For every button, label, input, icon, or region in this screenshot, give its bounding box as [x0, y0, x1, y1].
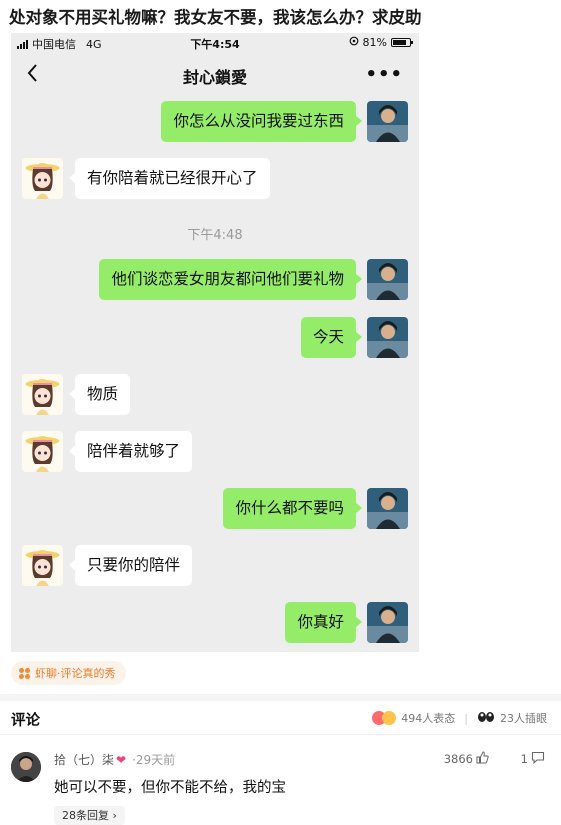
message-row: 你什么都不要吗 [11, 488, 419, 530]
heart-badge-icon: ❤ [116, 752, 127, 767]
topic-tag[interactable]: 虾聊·评论真的秀 [11, 661, 126, 685]
my-avatar[interactable] [367, 101, 408, 142]
message-bubble-contact[interactable]: 有你陪着就已经很开心了 [69, 158, 270, 199]
comment-text: 她可以不要，但你不能不给，我的宝 [54, 780, 286, 796]
message-bubble-contact[interactable]: 陪伴着就够了 [68, 431, 193, 472]
stats-separator: | [464, 711, 468, 725]
section-divider [0, 694, 561, 701]
my-avatar[interactable] [367, 317, 408, 358]
thumbs-up-icon [476, 751, 489, 767]
message-bubble-mine[interactable]: 你怎么从没问我要过东西 [161, 101, 362, 142]
post-title: 处对象不用买礼物嘛？我女友不要，我该怎么办？求皮助 [9, 8, 422, 27]
commenter-avatar[interactable] [11, 752, 41, 782]
view-replies-button[interactable]: 28条回复 › [54, 806, 125, 825]
message-row: 你真好 [11, 602, 419, 644]
chat-screenshot: 中国电信 4G 下午4:54 81% 封心鎖愛 ••• 你怎么从没问我要过东西 … [11, 33, 419, 652]
comments-header: 评论 494人表态 | 23人插眼 [0, 701, 561, 735]
comment-bubble-icon [531, 751, 545, 767]
commenter-name[interactable]: 拾（七）柒 [54, 751, 114, 768]
like-count: 3866 [443, 752, 473, 766]
message-row: 有你陪着就已经很开心了 [11, 158, 419, 200]
my-avatar[interactable] [367, 259, 408, 300]
battery-percent: 81% [362, 36, 387, 49]
more-options-icon[interactable]: ••• [365, 64, 403, 85]
like-button[interactable]: 3866 [444, 751, 489, 767]
message-row: 你怎么从没问我要过东西 [11, 101, 419, 143]
tag-icon [19, 667, 30, 679]
message-bubble-mine[interactable]: 今天 [300, 317, 363, 358]
message-row: 他们谈恋爱女朋友都问他们要礼物 [11, 259, 419, 301]
chat-title: 封心鎖愛 [182, 68, 247, 87]
my-avatar[interactable] [367, 602, 408, 643]
laugh-reaction-icon [382, 711, 397, 725]
message-row: 陪伴着就够了 [11, 431, 419, 473]
eyes-icon [477, 711, 495, 726]
message-bubble-mine[interactable]: 你真好 [285, 602, 362, 643]
chat-navbar: 封心鎖愛 ••• [11, 53, 419, 95]
cuts-in-count[interactable]: 23人插眼 [500, 710, 547, 726]
contact-avatar[interactable] [22, 431, 63, 472]
reactions-count[interactable]: 494人表态 [401, 710, 455, 726]
battery-icon [391, 38, 413, 47]
comment-item: 拾（七）柒 ❤ ·29天前 3866 1 她可以不要，但你不能不给，我的宝 28… [0, 736, 561, 825]
reply-count: 1 [520, 752, 528, 766]
contact-avatar[interactable] [22, 374, 63, 415]
reaction-icons[interactable] [372, 711, 397, 725]
message-bubble-mine[interactable]: 他们谈恋爱女朋友都问他们要礼物 [99, 259, 362, 300]
reply-button[interactable]: 1 [521, 751, 545, 767]
message-row: 今天 [11, 317, 419, 359]
status-bar: 中国电信 4G 下午4:54 81% [11, 33, 419, 53]
message-bubble-mine[interactable]: 你什么都不要吗 [223, 488, 362, 529]
message-bubble-contact[interactable]: 物质 [68, 374, 131, 415]
comment-time: ·29天前 [132, 753, 176, 767]
contact-avatar[interactable] [22, 158, 63, 199]
message-row: 只要你的陪伴 [11, 545, 419, 587]
topic-tag-label: 虾聊·评论真的秀 [35, 667, 116, 680]
contact-avatar[interactable] [22, 545, 63, 586]
my-avatar[interactable] [367, 488, 408, 529]
chat-time-divider: 下午4:48 [187, 228, 243, 243]
message-row: 物质 [11, 374, 419, 416]
rotation-lock-icon [349, 36, 359, 49]
message-bubble-contact[interactable]: 只要你的陪伴 [68, 545, 193, 586]
comments-title: 评论 [11, 713, 40, 729]
